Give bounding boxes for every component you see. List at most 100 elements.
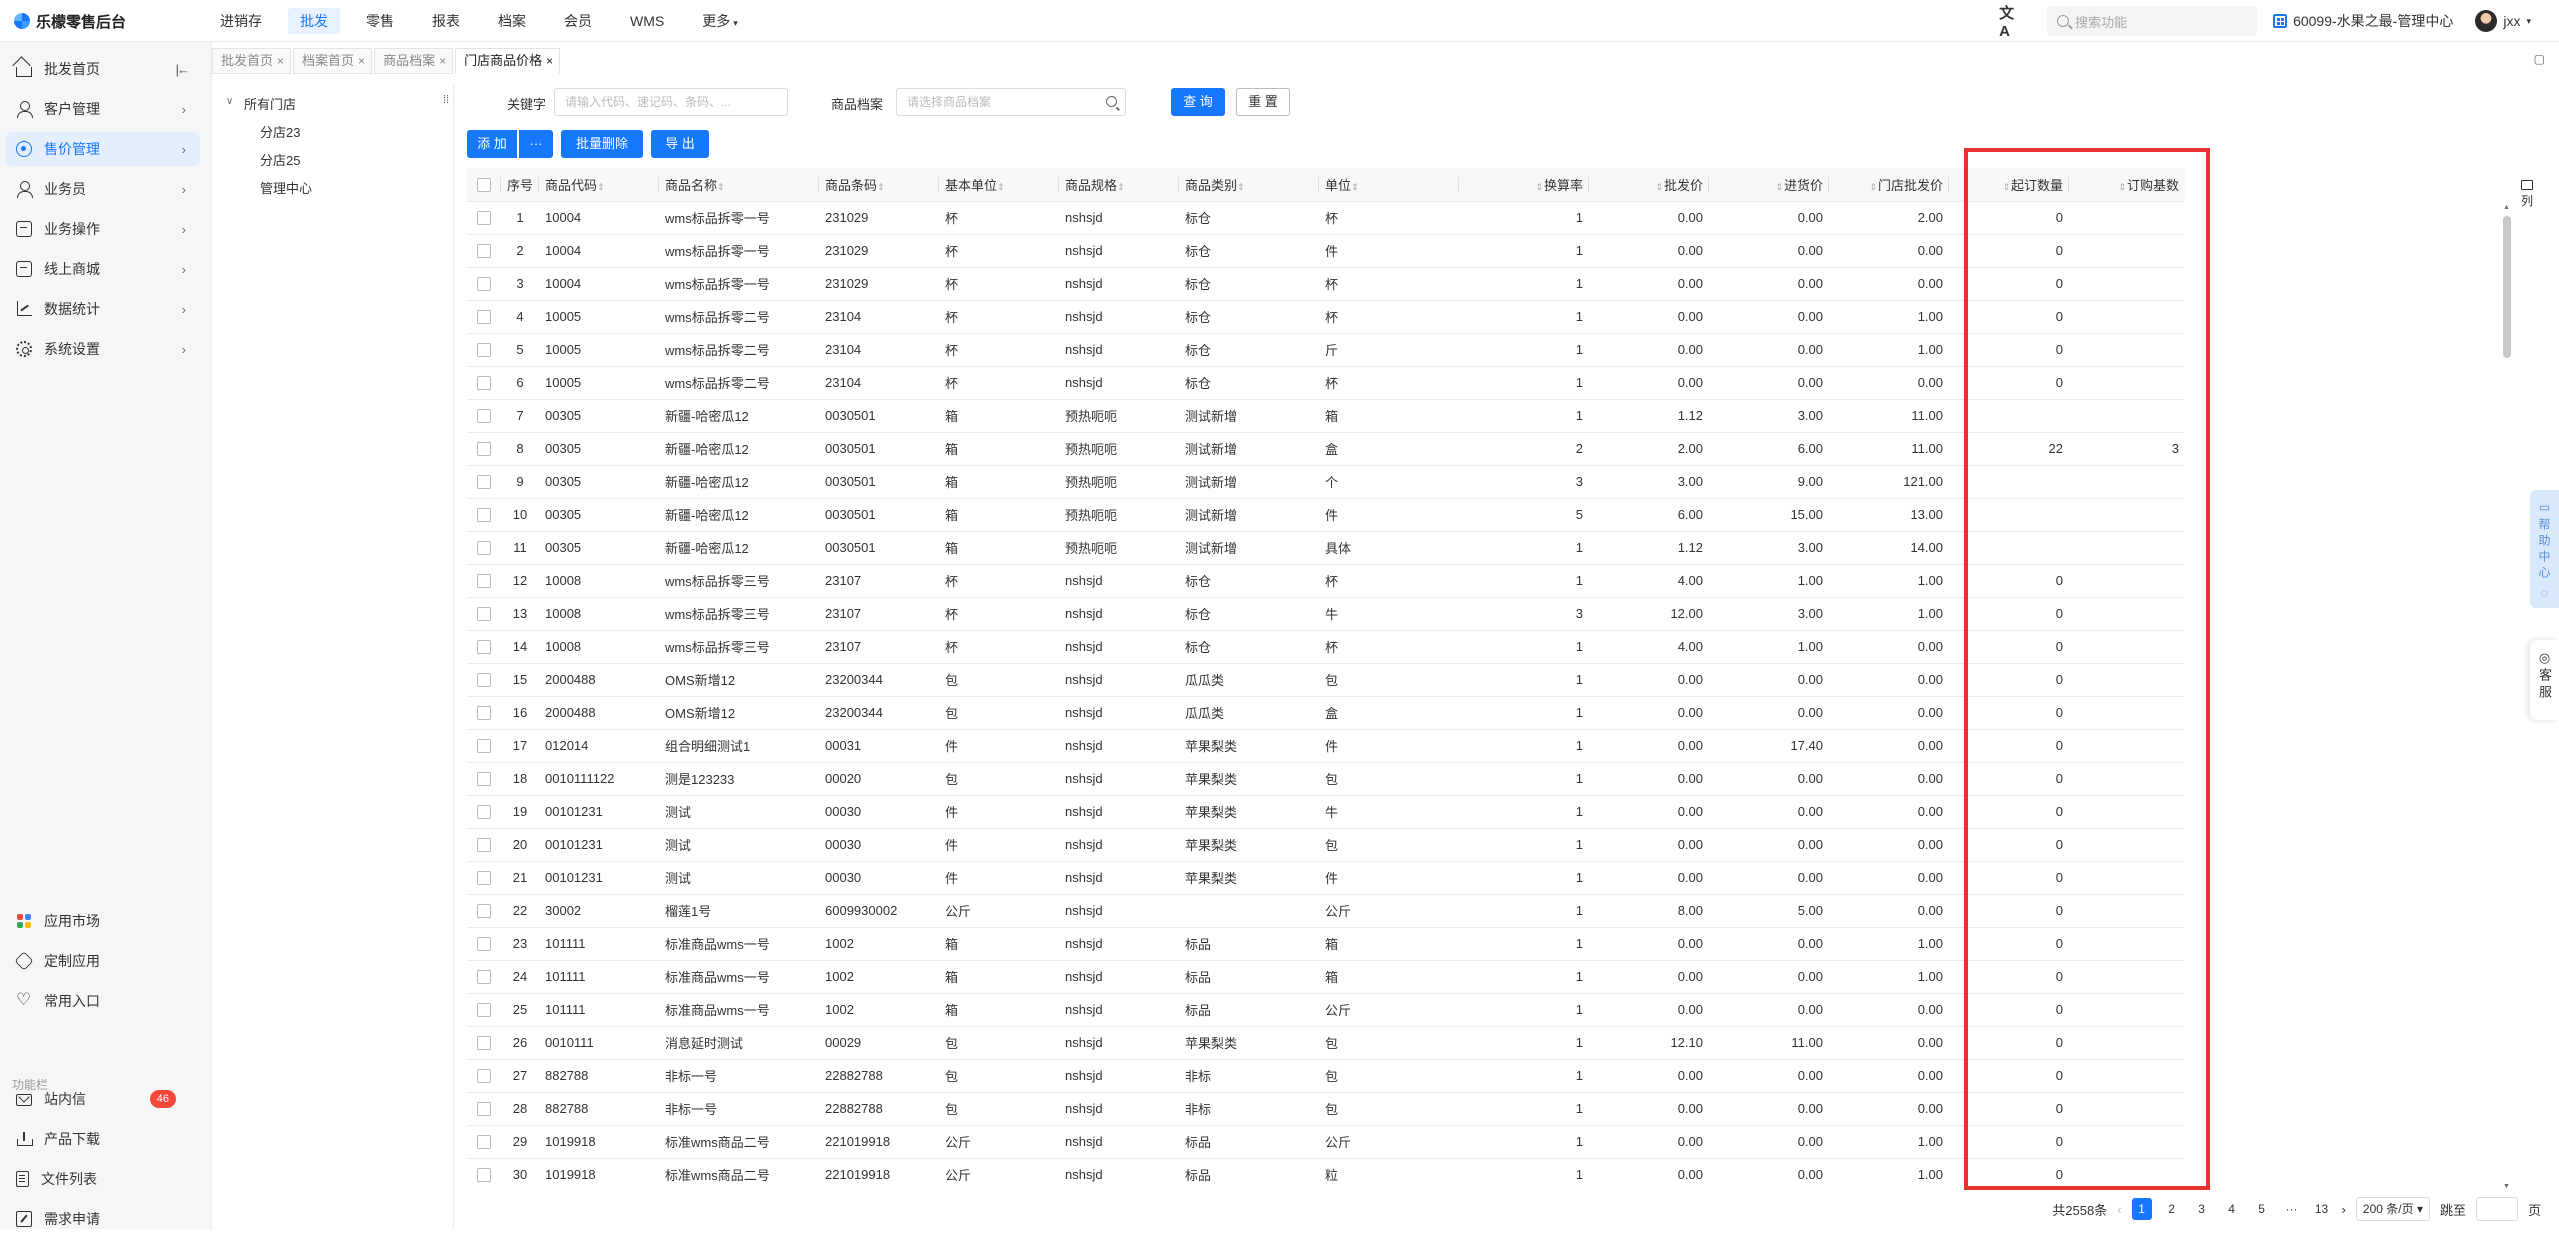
sidebar-item-statistics[interactable]: 数据统计 › (6, 292, 200, 326)
column-header[interactable]: 单位⇕ (1319, 168, 1459, 202)
row-select-cell[interactable] (467, 234, 501, 268)
page-button[interactable]: 2 (2162, 1198, 2182, 1220)
row-checkbox[interactable] (477, 1069, 491, 1084)
sort-icon[interactable]: ⇕ (1655, 182, 1663, 192)
table-row[interactable]: 19 00101231 测试 00030 件 nshsjd 苹果梨类牛 1 0.00 0.00 0.… (467, 795, 2185, 829)
row-select-cell[interactable] (467, 861, 501, 895)
nav-item-reports[interactable]: 报表 (420, 8, 472, 34)
table-row[interactable]: 15 2000488 OMS新增12 23200344 包 nshsjd 瓜瓜类包 1 0.00… (467, 663, 2185, 697)
sort-icon[interactable]: ⇕ (1775, 182, 1783, 192)
table-scrollbar[interactable]: ▲ ▼ (2502, 204, 2512, 1190)
row-checkbox[interactable] (477, 409, 491, 424)
row-checkbox[interactable] (477, 277, 491, 292)
sidebar-item-messages[interactable]: 站内信 46 (6, 1082, 200, 1116)
row-checkbox[interactable] (477, 607, 491, 622)
row-checkbox[interactable] (477, 343, 491, 358)
row-checkbox[interactable] (477, 1135, 491, 1150)
row-checkbox[interactable] (477, 475, 491, 490)
row-select-cell[interactable] (467, 795, 501, 829)
sidebar-item-online-mall[interactable]: 线上商城 › (6, 252, 200, 286)
sort-icon[interactable]: ⇕ (597, 182, 605, 192)
page-button[interactable]: 3 (2192, 1198, 2212, 1220)
row-select-cell[interactable] (467, 399, 501, 433)
function-search-input[interactable]: 搜索功能 (2047, 6, 2258, 36)
column-header[interactable]: 商品条码⇕ (819, 168, 939, 202)
column-header[interactable]: 商品规格⇕ (1059, 168, 1179, 202)
row-select-cell[interactable] (467, 333, 501, 367)
scroll-down-icon[interactable]: ▼ (2503, 1183, 2510, 1190)
table-row[interactable]: 4 10005 wms标品拆零二号 23104 杯 nshsjd 标仓杯 1 0.00 0.00 1… (467, 300, 2185, 334)
sort-icon[interactable]: ⇕ (1869, 182, 1877, 192)
row-select-cell[interactable] (467, 366, 501, 400)
row-checkbox[interactable] (477, 640, 491, 655)
row-checkbox[interactable] (477, 871, 491, 886)
next-page-icon[interactable]: › (2342, 1202, 2346, 1217)
row-checkbox[interactable] (477, 211, 491, 226)
nav-item-wholesale[interactable]: 批发 (288, 8, 340, 34)
table-row[interactable]: 17 012014 组合明细测试1 00031 件 nshsjd 苹果梨类件 1 0.00 17.… (467, 729, 2185, 763)
table-row[interactable]: 30 1019918 标准wms商品二号 221019918 公斤 nshsjd 标品粒 1 0… (467, 1158, 2185, 1182)
page-button[interactable]: 1 (2131, 1198, 2152, 1220)
table-row[interactable]: 23 101111 标准商品wms一号 1002 箱 nshsjd 标品箱 1 0.00 0.00… (467, 927, 2185, 961)
row-checkbox[interactable] (477, 376, 491, 391)
row-select-cell[interactable] (467, 300, 501, 334)
tree-expand-icon[interactable]: ∨ (226, 96, 233, 107)
row-checkbox[interactable] (477, 1036, 491, 1051)
row-checkbox[interactable] (477, 574, 491, 589)
column-header[interactable]: 商品代码⇕ (539, 168, 659, 202)
sidebar-item-salesman[interactable]: 业务员 › (6, 172, 200, 206)
nav-item-archive[interactable]: 档案 (486, 8, 538, 34)
sidebar-item-requests[interactable]: 需求申请 (6, 1202, 200, 1236)
product-archive-select[interactable]: 请选择商品档案 (896, 88, 1126, 116)
row-select-cell[interactable] (467, 1158, 501, 1182)
tree-node-store[interactable]: 分店25 (260, 150, 300, 169)
column-header[interactable]: 商品类别⇕ (1179, 168, 1319, 202)
column-header[interactable]: ⇕门店批发价 (1829, 168, 1949, 202)
row-checkbox[interactable] (477, 541, 491, 556)
row-select-cell[interactable] (467, 828, 501, 862)
column-header[interactable]: ⇕进货价 (1709, 168, 1829, 202)
tree-node-store[interactable]: 分店23 (260, 122, 300, 141)
table-row[interactable]: 25 101111 标准商品wms一号 1002 箱 nshsjd 标品 公斤 1 0.00 0.0… (467, 993, 2185, 1027)
sort-icon[interactable]: ⇕ (1351, 182, 1359, 192)
row-checkbox[interactable] (477, 739, 491, 754)
sidebar-item-downloads[interactable]: 产品下载 (6, 1122, 200, 1156)
sort-icon[interactable]: ⇕ (1117, 182, 1125, 192)
close-icon[interactable]: × (439, 49, 446, 73)
row-select-cell[interactable] (467, 729, 501, 763)
row-checkbox[interactable] (477, 310, 491, 325)
user-menu[interactable]: jxx ▾ (2475, 10, 2531, 32)
table-row[interactable]: 24 101111 标准商品wms一号 1002 箱 nshsjd 标品箱 1 0.00 0.00… (467, 960, 2185, 994)
sidebar-item-wholesale-home[interactable]: 批发首页 |← (6, 52, 200, 86)
table-row[interactable]: 14 10008 wms标品拆零三号 23107 杯 nshsjd 标仓杯 1 4.00 1.00… (467, 630, 2185, 664)
table-row[interactable]: 20 00101231 测试 00030 件 nshsjd 苹果梨类包 1 0.00 0.00 0.… (467, 828, 2185, 862)
table-row[interactable]: 1 10004 wms标品拆零一号 231029 杯 nshsjd 标仓杯 1 0.00 0.00… (467, 201, 2185, 235)
row-checkbox[interactable] (477, 838, 491, 853)
row-checkbox[interactable] (477, 805, 491, 820)
row-select-cell[interactable] (467, 927, 501, 961)
row-select-cell[interactable] (467, 465, 501, 499)
translate-icon[interactable]: 文A (1999, 5, 2021, 40)
customer-service-tab[interactable]: ◎ 客服 (2530, 640, 2559, 720)
table-row[interactable]: 13 10008 wms标品拆零三号 23107 杯 nshsjd 标仓牛 3 12.00 3.0… (467, 597, 2185, 631)
row-select-cell[interactable] (467, 1059, 501, 1093)
table-row[interactable]: 29 1019918 标准wms商品二号 221019918 公斤 nshsjd 标品 公斤 1… (467, 1125, 2185, 1159)
page-ellipsis[interactable]: ··· (2282, 1198, 2302, 1220)
row-select-cell[interactable] (467, 1092, 501, 1126)
table-row[interactable]: 16 2000488 OMS新增12 23200344 包 nshsjd 瓜瓜类盒 1 0.00… (467, 696, 2185, 730)
nav-item-member[interactable]: 会员 (552, 8, 604, 34)
column-settings[interactable]: 列 (2519, 180, 2535, 208)
select-all-header[interactable] (467, 168, 501, 202)
row-select-cell[interactable] (467, 762, 501, 796)
sidebar-item-price-management[interactable]: 售价管理 › (6, 132, 200, 166)
sidebar-item-operations[interactable]: 业务操作 › (6, 212, 200, 246)
sidebar-item-file-list[interactable]: 文件列表 (6, 1162, 200, 1196)
add-button[interactable]: 添 加 (467, 130, 517, 158)
table-row[interactable]: 10 00305 新疆-哈密瓜12 0030501 箱预热呃呃 测试新增件 5 6.00 15.… (467, 498, 2185, 532)
nav-item-more[interactable]: 更多 ▾ (690, 8, 750, 34)
tab-store-product-price[interactable]: 门店商品价格 × (455, 48, 561, 74)
sort-icon[interactable]: ⇕ (717, 182, 725, 192)
select-all-checkbox[interactable] (477, 178, 491, 193)
scrollbar-thumb[interactable] (2503, 216, 2511, 358)
batch-delete-button[interactable]: 批量删除 (561, 130, 643, 158)
